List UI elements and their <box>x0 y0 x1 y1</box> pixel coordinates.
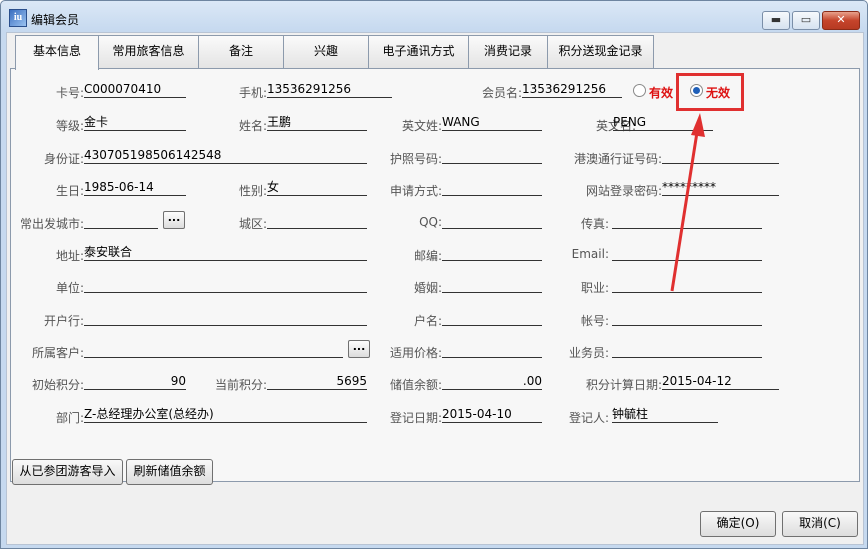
edit-member-window: iu 编辑会员 ▬ ▭ ✕ 基本信息 常用旅客信息 备注 兴趣 电子通讯方式 消… <box>0 0 868 549</box>
tab-basic-info[interactable]: 基本信息 <box>15 35 99 70</box>
annotation-arrow <box>670 113 705 292</box>
